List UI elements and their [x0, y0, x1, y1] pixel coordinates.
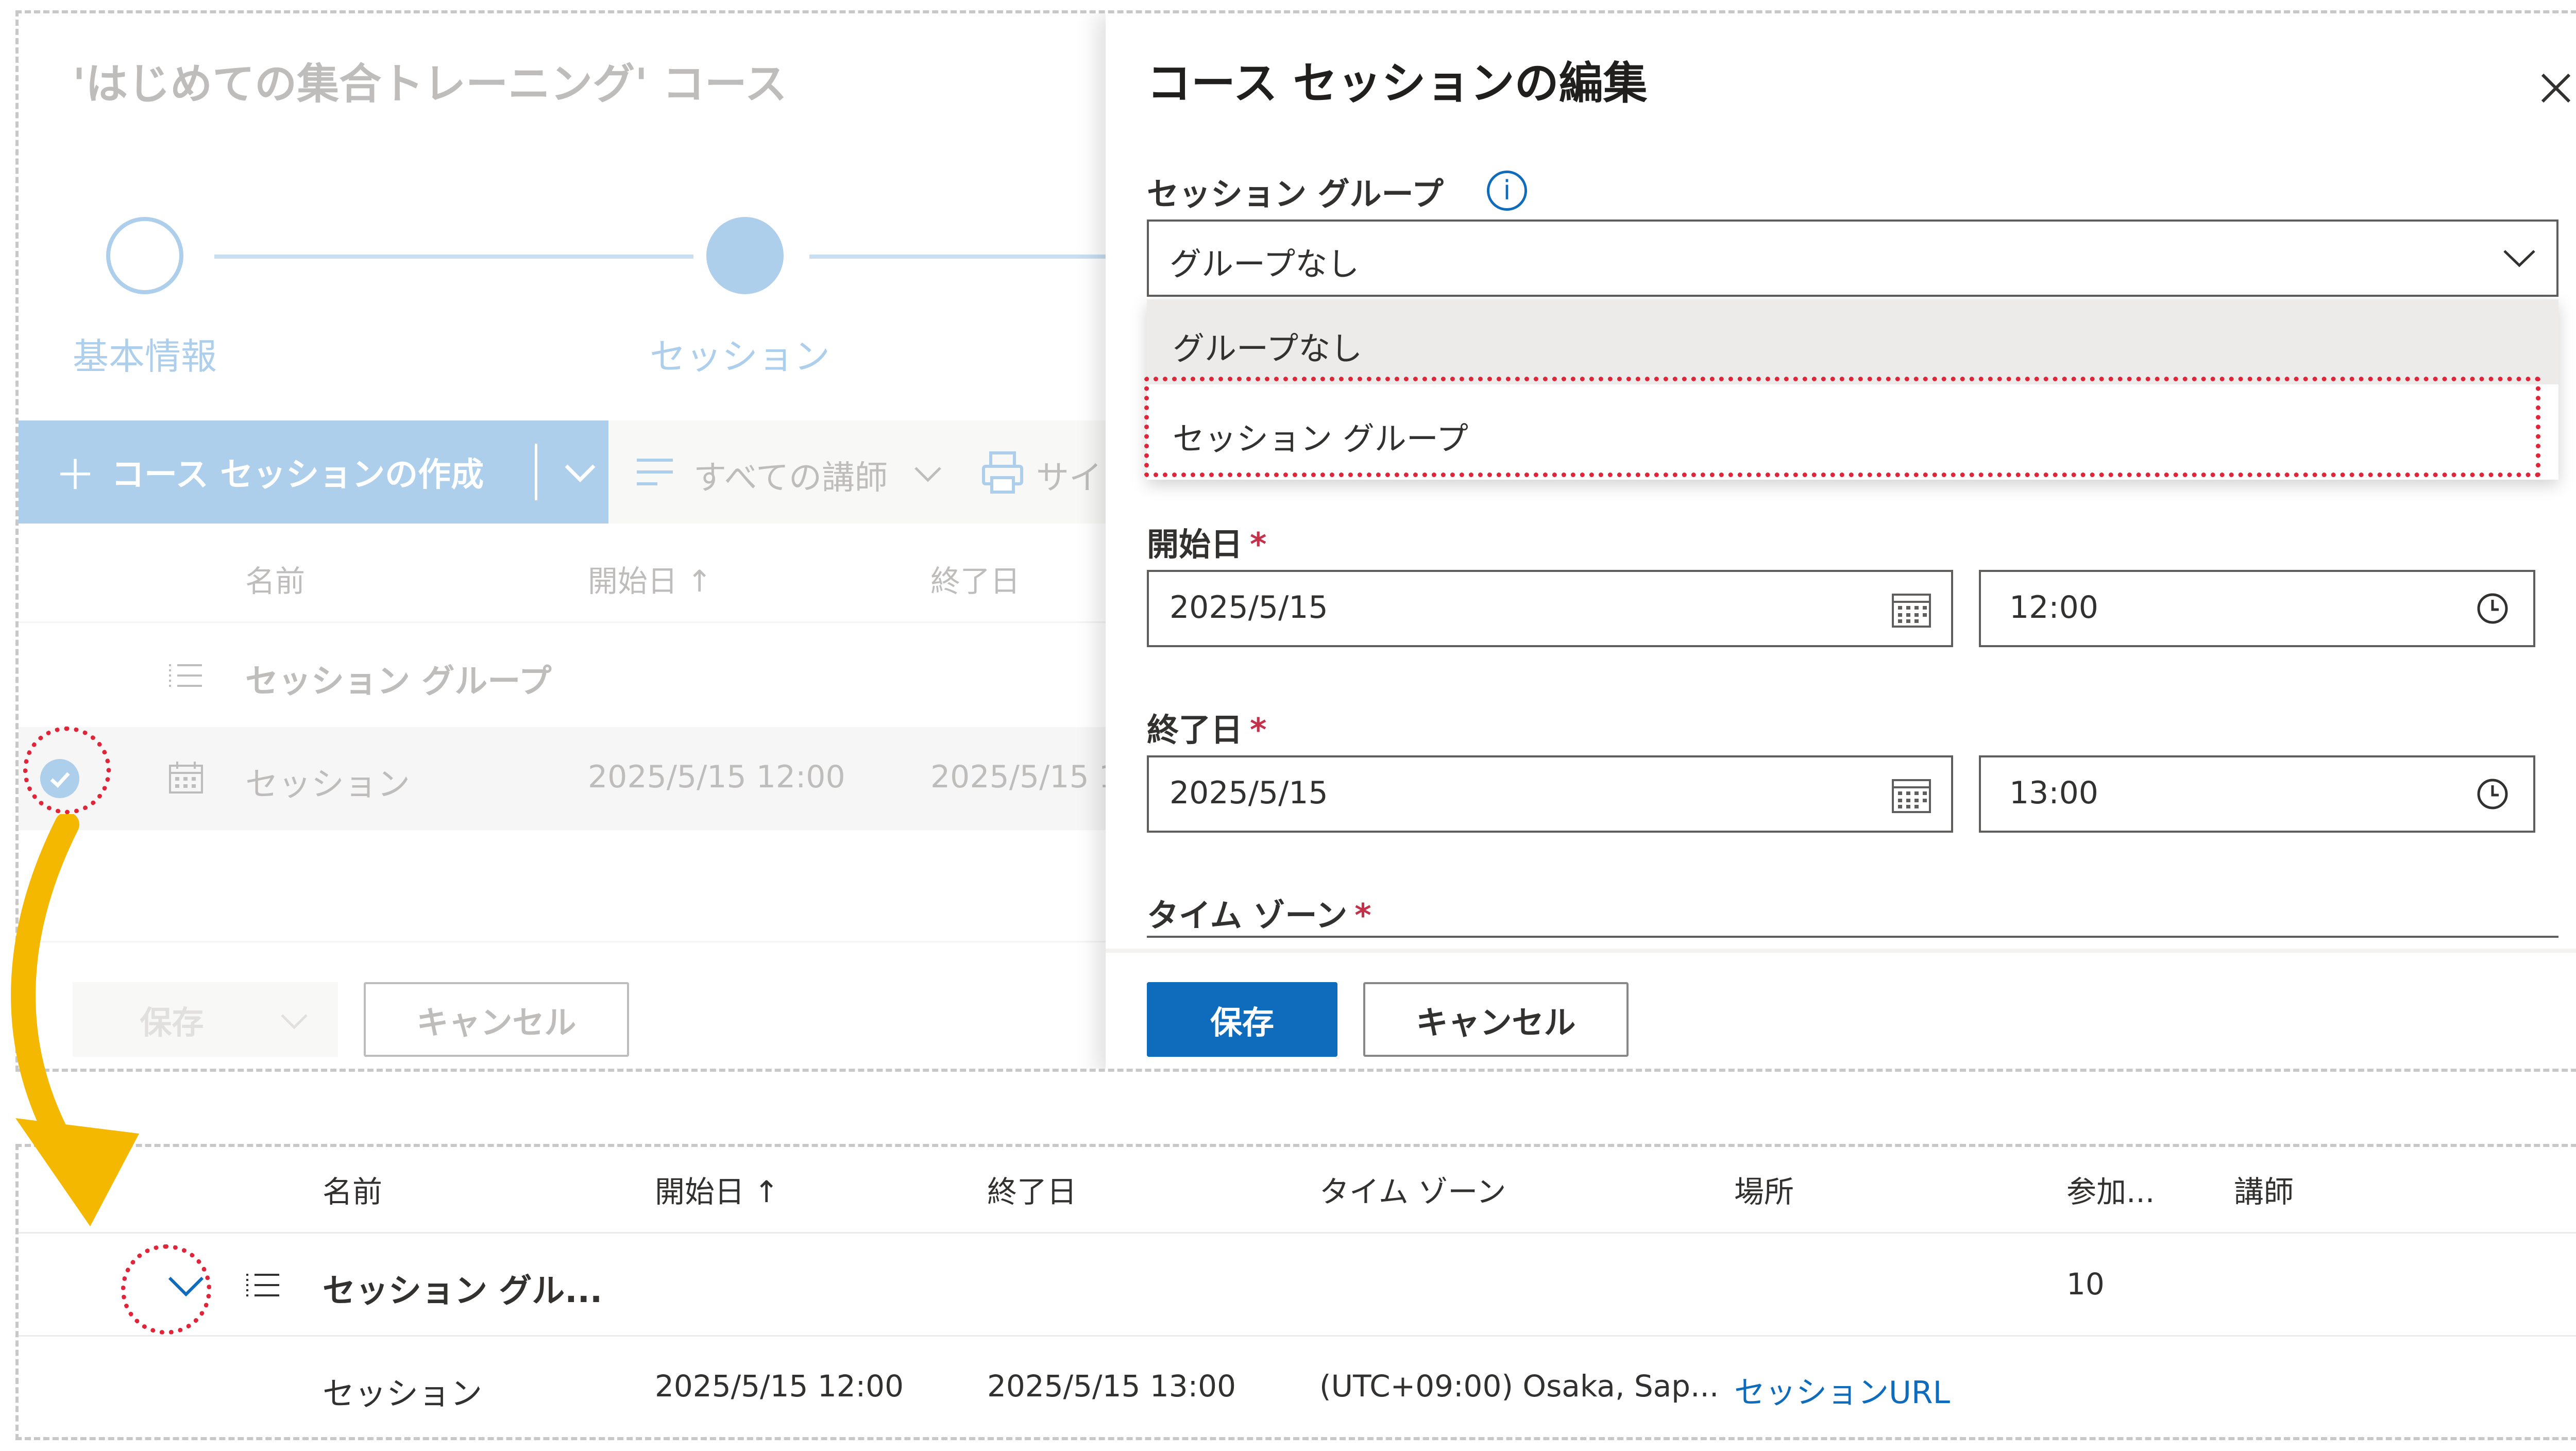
top-screenshot: 'はじめての集合トレーニング' コース 基本情報 セッション ＋ コース セッシ…: [15, 10, 2576, 1072]
save-button[interactable]: 保存: [1147, 982, 1337, 1057]
session-url-link[interactable]: セッションURL: [1734, 1368, 1950, 1412]
start-date-label: 開始日 *: [1147, 518, 1266, 565]
edit-session-panel: コース セッションの編集 セッション グループ i グループなし グループなし …: [1106, 13, 2576, 1069]
divider: [19, 1335, 2576, 1337]
divider: [19, 1232, 2576, 1234]
group-row-participants: 10: [2066, 1267, 2105, 1302]
start-time-field[interactable]: 12:00: [1979, 570, 2535, 647]
table-row-session[interactable]: セッション 2025/5/15 12:00 2025/5/15 13:00 (U…: [19, 1338, 2576, 1437]
calendar-icon[interactable]: [1891, 589, 1932, 629]
chevron-down-icon[interactable]: [2501, 245, 2537, 271]
column-header-participants[interactable]: 参加...: [2066, 1168, 2155, 1211]
bottom-screenshot: 名前 開始日 ↑ 終了日 タイム ゾーン 場所 参加... 講師 セッション グ…: [15, 1144, 2576, 1440]
end-date-value: 2025/5/15: [1170, 775, 1328, 811]
session-row-end: 2025/5/15 13:00: [987, 1369, 1236, 1404]
end-date-label: 終了日 *: [1147, 704, 1266, 750]
session-row-name: セッション: [323, 1375, 483, 1412]
session-row-start: 2025/5/15 12:00: [655, 1369, 904, 1404]
expand-annotation-circle: [121, 1244, 211, 1335]
start-label-text: 開始日: [1147, 526, 1243, 563]
end-time-field[interactable]: 13:00: [1979, 755, 2535, 833]
table-row-group[interactable]: セッション グル... 10: [19, 1235, 2576, 1335]
list-icon: [245, 1270, 281, 1301]
end-time-value: 13:00: [2009, 775, 2098, 811]
footer-divider: [1106, 949, 2576, 953]
info-icon[interactable]: i: [1487, 171, 1527, 211]
panel-title: コース セッションの編集: [1147, 58, 1648, 109]
timezone-label: タイム ゾーン *: [1147, 889, 1371, 936]
required-mark: *: [1250, 526, 1267, 563]
start-date-field[interactable]: 2025/5/15: [1147, 570, 1953, 647]
calendar-icon[interactable]: [1891, 775, 1932, 814]
group-row-name: セッション グル...: [323, 1272, 603, 1310]
end-label-text: 終了日: [1147, 711, 1243, 749]
clock-icon[interactable]: [2476, 592, 2510, 626]
close-icon[interactable]: [2535, 68, 2576, 109]
group-dropdown-value: グループなし: [1170, 245, 1360, 283]
group-dropdown[interactable]: グループなし: [1147, 220, 2558, 297]
yellow-arrow-icon: [0, 814, 216, 1257]
column-header-instructor[interactable]: 講師: [2234, 1168, 2294, 1211]
required-mark: *: [1250, 711, 1267, 749]
start-date-value: 2025/5/15: [1170, 589, 1328, 626]
column-header-start[interactable]: 開始日 ↑: [655, 1168, 779, 1211]
column-header-end[interactable]: 終了日: [987, 1168, 1077, 1211]
required-mark: *: [1354, 897, 1371, 934]
timezone-label-text: タイム ゾーン: [1147, 897, 1348, 934]
cancel-button[interactable]: キャンセル: [1363, 982, 1629, 1057]
column-header-name[interactable]: 名前: [323, 1168, 382, 1211]
clock-icon[interactable]: [2476, 777, 2510, 811]
dropdown-option-no-group[interactable]: グループなし: [1147, 299, 2558, 384]
end-date-field[interactable]: 2025/5/15: [1147, 755, 1953, 833]
selection-annotation-circle: [23, 727, 111, 814]
session-row-timezone: (UTC+09:00) Osaka, Sap...: [1319, 1369, 1719, 1404]
highlight-annotation: [1144, 377, 2540, 477]
column-header-location[interactable]: 場所: [1734, 1168, 1794, 1211]
group-field-label: セッション グループ: [1147, 175, 1444, 213]
start-time-value: 12:00: [2009, 589, 2098, 626]
column-header-timezone[interactable]: タイム ゾーン: [1319, 1168, 1506, 1211]
option-label: グループなし: [1173, 330, 1363, 367]
